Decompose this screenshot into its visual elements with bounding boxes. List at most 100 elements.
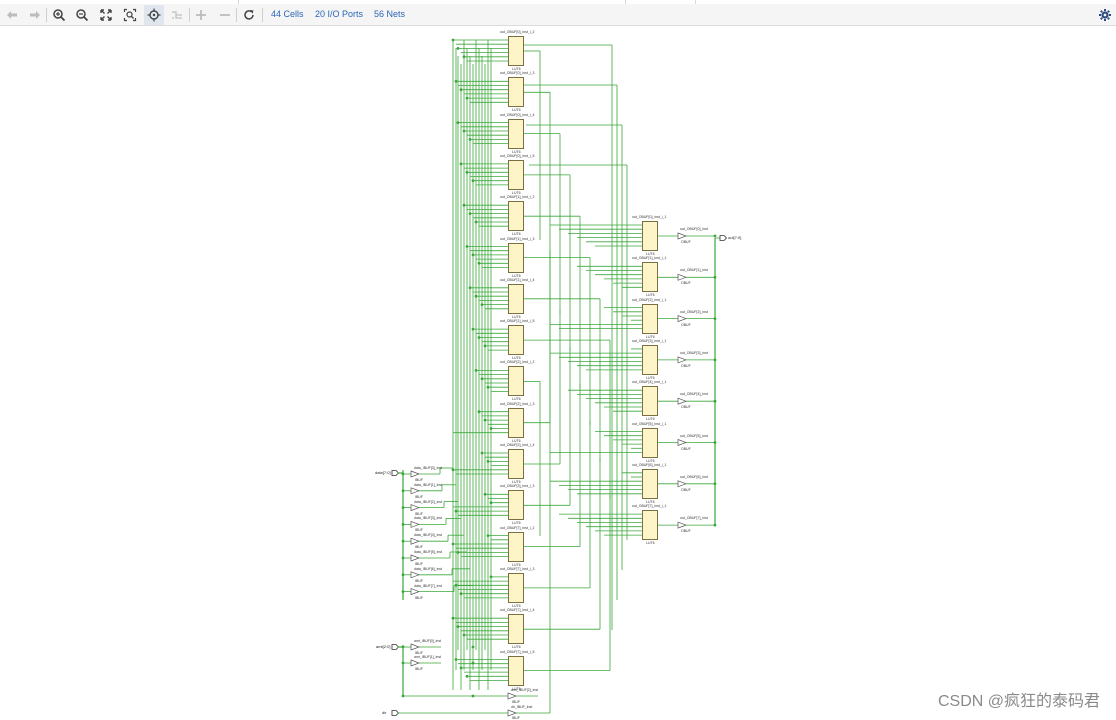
toolbar-separator xyxy=(236,8,237,22)
mux-cell[interactable] xyxy=(642,344,658,375)
junction-dot xyxy=(401,645,405,649)
junction-dot xyxy=(483,418,487,422)
mux-name-label: out_OBUF[6]_inst_i_1 xyxy=(632,462,667,467)
obuf-name-label: out_OBUF[5]_inst xyxy=(680,433,708,438)
ibuf-symbol[interactable] xyxy=(410,537,420,545)
ibuf-symbol[interactable] xyxy=(507,692,517,700)
lut-cell[interactable] xyxy=(508,118,524,149)
ibuf-symbol[interactable] xyxy=(410,659,420,667)
lut-cell[interactable] xyxy=(508,366,524,397)
dir-port[interactable] xyxy=(391,710,400,716)
zoom-area-button[interactable] xyxy=(120,5,140,25)
lut-cell[interactable] xyxy=(508,449,524,479)
obuf-symbol[interactable] xyxy=(677,356,687,364)
zoom-out-button[interactable] xyxy=(72,5,92,25)
obuf-symbol[interactable] xyxy=(677,273,687,281)
junction-dot xyxy=(486,385,490,389)
junction-dot xyxy=(456,121,460,124)
amt-port[interactable] xyxy=(391,644,400,650)
junction-dot xyxy=(489,427,493,430)
ibuf-symbol[interactable] xyxy=(410,588,420,596)
lut-cell[interactable] xyxy=(508,407,524,438)
junction-dot xyxy=(468,138,472,141)
ibuf-symbol[interactable] xyxy=(410,554,420,562)
zoom-fit-button[interactable] xyxy=(96,5,116,25)
junction-dot xyxy=(471,694,475,698)
obuf-symbol[interactable] xyxy=(677,397,687,405)
ibuf-symbol[interactable] xyxy=(410,571,420,579)
out-port-label: out[7:0] xyxy=(728,235,742,240)
zoom-in-button[interactable] xyxy=(49,5,69,25)
settings-button[interactable] xyxy=(1095,5,1115,25)
refresh-button[interactable] xyxy=(239,5,259,25)
mux-type-label: LUT6 xyxy=(646,541,655,546)
obuf-type-label: OBUF xyxy=(681,446,691,451)
ibuf-symbol[interactable] xyxy=(410,520,420,528)
lut-cell[interactable] xyxy=(508,614,524,645)
lut-cell[interactable] xyxy=(508,531,524,562)
lut-cell[interactable] xyxy=(508,655,524,686)
ibuf-type-label: IBUF xyxy=(512,700,520,704)
ibuf-type-label: IBUF xyxy=(415,528,423,533)
mux-cell[interactable] xyxy=(642,221,658,251)
junction-dot xyxy=(459,88,463,92)
lut-cell[interactable] xyxy=(508,77,524,108)
mux-cell[interactable] xyxy=(642,427,658,458)
lut-cell[interactable] xyxy=(508,36,524,66)
mux-name-label: out_OBUF[5]_inst_i_1 xyxy=(632,421,667,426)
mux-cell[interactable] xyxy=(642,262,658,293)
mux-cell[interactable] xyxy=(642,468,658,499)
junction-dot xyxy=(471,645,475,649)
obuf-symbol[interactable] xyxy=(677,521,687,529)
minus-icon xyxy=(220,14,230,16)
toolbar-separator xyxy=(189,8,190,22)
lut-cell[interactable] xyxy=(508,159,524,190)
junction-dot xyxy=(465,170,469,174)
route-button[interactable] xyxy=(167,5,187,25)
lut-cell[interactable] xyxy=(508,325,524,356)
cells-count-link[interactable]: 44 Cells xyxy=(271,9,304,19)
obuf-symbol[interactable] xyxy=(677,232,687,240)
junction-dot xyxy=(459,162,463,166)
junction-dot xyxy=(477,410,481,414)
obuf-type-label: OBUF xyxy=(681,487,691,492)
forward-button[interactable] xyxy=(25,5,45,25)
data-port[interactable] xyxy=(391,470,400,476)
mux-cell[interactable] xyxy=(642,510,658,541)
ibuf-symbol[interactable] xyxy=(410,504,420,512)
wire-layer xyxy=(391,38,728,717)
back-button[interactable] xyxy=(2,5,22,25)
ibuf-type-label: IBUF xyxy=(415,667,423,671)
junction-dot xyxy=(401,590,405,593)
ibuf-name-label: data_IBUF[0]_inst xyxy=(414,466,443,470)
lut-cell[interactable] xyxy=(508,201,524,232)
ibuf-symbol[interactable] xyxy=(410,470,420,478)
obuf-symbol[interactable] xyxy=(677,480,687,488)
mux-name-label: out_OBUF[7]_inst_i_1 xyxy=(632,504,667,509)
ibuf-type-label: IBUF xyxy=(415,511,423,516)
ports-count-link[interactable]: 20 I/O Ports xyxy=(315,9,363,19)
select-mode-button[interactable] xyxy=(144,5,164,25)
mux-cell[interactable] xyxy=(642,303,658,334)
lut-cell[interactable] xyxy=(508,242,524,273)
obuf-type-label: OBUF xyxy=(681,240,691,244)
schematic-canvas[interactable]: out_OBUF[0]_inst_i_2 LUT6 out_OBUF[0]_inst… xyxy=(0,26,1116,720)
collapse-button[interactable] xyxy=(215,5,235,25)
ibuf-symbol[interactable] xyxy=(410,643,420,651)
obuf-symbol[interactable] xyxy=(677,315,687,323)
lut-cell[interactable] xyxy=(508,283,524,314)
obuf-name-label: out_OBUF[2]_inst xyxy=(680,309,708,314)
lut-cell[interactable] xyxy=(508,572,524,603)
expand-button[interactable] xyxy=(191,5,211,25)
junction-dot xyxy=(456,551,460,554)
nets-count-link[interactable]: 56 Nets xyxy=(374,9,405,19)
lut-cell[interactable] xyxy=(508,490,524,521)
amt-port-label: amt[2:0] xyxy=(376,644,391,649)
fit-icon xyxy=(100,9,112,21)
mux-cell[interactable] xyxy=(642,386,658,417)
ibuf-symbol[interactable] xyxy=(410,487,420,495)
out-port[interactable] xyxy=(719,235,728,241)
arrow-left-icon xyxy=(7,11,17,19)
obuf-symbol[interactable] xyxy=(677,438,687,447)
junction-dot xyxy=(401,556,405,560)
